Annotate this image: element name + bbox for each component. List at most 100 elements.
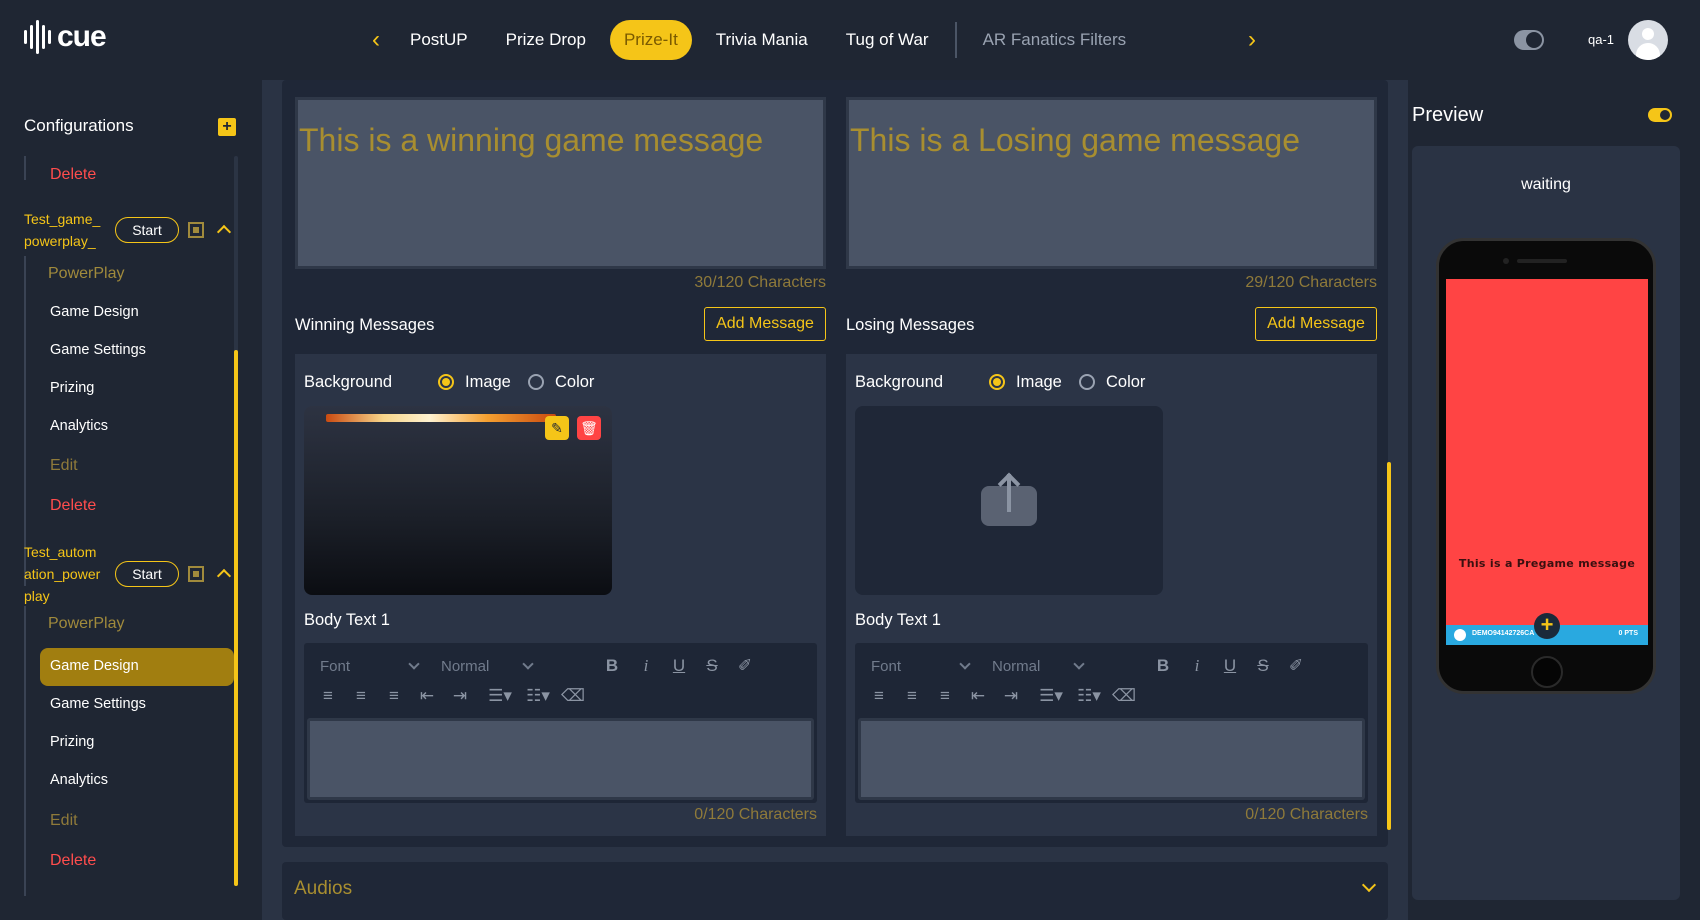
tab-postup[interactable]: PostUP [396, 20, 482, 60]
start-button[interactable]: Start [115, 561, 179, 587]
align-right-icon[interactable]: ≡ [383, 686, 405, 706]
qr-code-icon[interactable] [188, 566, 204, 582]
outdent-icon[interactable]: ⇤ [967, 686, 989, 706]
plus-icon: + [1534, 613, 1560, 639]
bullet-list-icon[interactable]: ☷▾ [1073, 686, 1105, 706]
align-right-icon[interactable]: ≡ [934, 686, 956, 706]
logo-text: cue [57, 20, 107, 53]
chevron-down-icon[interactable] [522, 658, 534, 670]
italic-icon[interactable]: i [1186, 656, 1208, 676]
audios-section[interactable]: Audios [282, 862, 1388, 920]
underline-icon[interactable]: U [1219, 656, 1241, 676]
bold-icon[interactable]: B [601, 656, 623, 676]
font-select[interactable]: Font [320, 658, 350, 675]
italic-icon[interactable]: i [635, 656, 657, 676]
chevron-down-icon[interactable] [1073, 658, 1085, 670]
add-configuration-button[interactable]: + [218, 118, 236, 136]
chevron-down-icon[interactable] [408, 658, 420, 670]
main-scroll-thumb[interactable] [1387, 462, 1391, 830]
edit-link[interactable]: Edit [50, 457, 78, 475]
add-winning-message-button[interactable]: Add Message [704, 307, 826, 341]
preview-title: Preview [1412, 104, 1484, 126]
edit-pencil-icon[interactable]: ✎ [545, 416, 569, 440]
delete-link[interactable]: Delete [50, 497, 96, 515]
losing-body-count: 0/120 Characters [1245, 806, 1368, 823]
sidebar-item-game-design-active[interactable]: Game Design [50, 658, 139, 674]
losing-background-upload[interactable] [855, 406, 1163, 595]
ordered-list-icon[interactable]: ☰▾ [1035, 686, 1067, 706]
chevron-up-icon[interactable] [216, 224, 232, 240]
game-name-2[interactable]: Test_autom ation_power play [24, 541, 100, 607]
highlighter-icon[interactable]: ✐ [1285, 656, 1307, 676]
chevron-down-icon[interactable] [1361, 877, 1377, 893]
losing-body-text-area[interactable] [858, 718, 1365, 800]
qr-code-icon[interactable] [188, 222, 204, 238]
preview-toggle[interactable] [1648, 108, 1672, 122]
avatar[interactable] [1628, 20, 1668, 60]
clear-format-icon[interactable]: ⌫ [1112, 686, 1136, 706]
tabs-prev-arrow[interactable]: ‹ [362, 26, 390, 54]
winning-body-text-area[interactable] [307, 718, 814, 800]
strikethrough-icon[interactable]: S [1252, 656, 1274, 676]
player-avatar-icon [1454, 629, 1466, 641]
clear-format-icon[interactable]: ⌫ [561, 686, 585, 706]
chevron-up-icon[interactable] [216, 568, 232, 584]
sidebar-item-analytics[interactable]: Analytics [50, 418, 108, 434]
tree-line [24, 606, 26, 896]
tab-divider [954, 22, 957, 58]
tab-tug-of-war[interactable]: Tug of War [832, 20, 943, 60]
indent-icon[interactable]: ⇥ [449, 686, 471, 706]
winning-background-image: ✎ 🗑 [304, 406, 612, 595]
size-select[interactable]: Normal [441, 658, 489, 675]
preview-card: waiting This is a Pregame message DEMO94… [1412, 146, 1680, 900]
image-radio[interactable] [989, 374, 1005, 390]
align-left-icon[interactable]: ≡ [317, 686, 339, 706]
sidebar-item-game-settings[interactable]: Game Settings [50, 696, 146, 712]
tab-trivia-mania[interactable]: Trivia Mania [702, 20, 822, 60]
sidebar: Configurations + Delete Test_game_ power… [0, 80, 262, 920]
sidebar-scroll-thumb[interactable] [234, 350, 238, 886]
font-select[interactable]: Font [871, 658, 901, 675]
size-select[interactable]: Normal [992, 658, 1040, 675]
sidebar-item-prizing[interactable]: Prizing [50, 734, 94, 750]
ordered-list-icon[interactable]: ☰▾ [484, 686, 516, 706]
bold-icon[interactable]: B [1152, 656, 1174, 676]
align-center-icon[interactable]: ≡ [901, 686, 923, 706]
sidebar-item-prizing[interactable]: Prizing [50, 380, 94, 396]
delete-link[interactable]: Delete [50, 852, 96, 870]
color-radio[interactable] [1079, 374, 1095, 390]
sidebar-item-game-design[interactable]: Game Design [50, 304, 139, 320]
sidebar-item-game-settings[interactable]: Game Settings [50, 342, 146, 358]
theme-toggle[interactable] [1514, 30, 1544, 50]
add-losing-message-button[interactable]: Add Message [1255, 307, 1377, 341]
tab-ar-fanatics-filters[interactable]: AR Fanatics Filters [969, 20, 1141, 60]
start-button[interactable]: Start [115, 217, 179, 243]
bullet-list-icon[interactable]: ☷▾ [522, 686, 554, 706]
chevron-down-icon[interactable] [959, 658, 971, 670]
image-radio[interactable] [438, 374, 454, 390]
image-radio-label: Image [465, 373, 511, 391]
highlighter-icon[interactable]: ✐ [734, 656, 756, 676]
cue-logo[interactable]: cue [24, 20, 107, 54]
delete-link[interactable]: Delete [50, 166, 96, 184]
color-radio-label: Color [1106, 373, 1146, 391]
outdent-icon[interactable]: ⇤ [416, 686, 438, 706]
phone-speaker [1517, 259, 1567, 263]
trash-icon[interactable]: 🗑 [577, 416, 601, 440]
align-center-icon[interactable]: ≡ [350, 686, 372, 706]
user-name: qa-1 [1588, 32, 1615, 47]
tabs-next-arrow[interactable]: › [1238, 26, 1266, 54]
tab-prize-drop[interactable]: Prize Drop [492, 20, 600, 60]
body-text-label: Body Text 1 [855, 611, 941, 629]
tab-prize-it[interactable]: Prize-It [609, 20, 692, 60]
align-left-icon[interactable]: ≡ [868, 686, 890, 706]
color-radio[interactable] [528, 374, 544, 390]
strikethrough-icon[interactable]: S [701, 656, 723, 676]
sidebar-item-analytics[interactable]: Analytics [50, 772, 108, 788]
indent-icon[interactable]: ⇥ [1000, 686, 1022, 706]
game-name-1[interactable]: Test_game_ powerplay_ [24, 208, 100, 252]
phone-screen: This is a Pregame message DEMO94142726CA… [1446, 279, 1648, 645]
winning-message-text: This is a winning game message [299, 122, 764, 158]
edit-link[interactable]: Edit [50, 812, 78, 830]
underline-icon[interactable]: U [668, 656, 690, 676]
